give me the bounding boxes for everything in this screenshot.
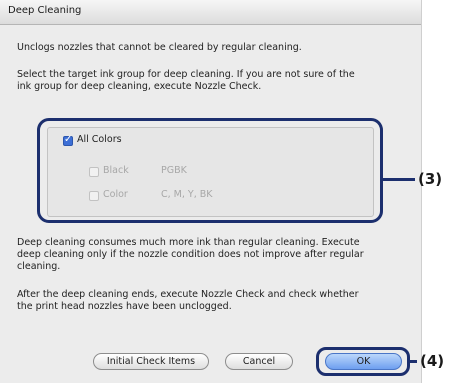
cancel-button[interactable]: Cancel bbox=[225, 353, 293, 370]
ok-button-callout-label: (4) bbox=[420, 352, 445, 370]
instruction-text-line-2: ink group for deep cleaning, execute Noz… bbox=[17, 81, 262, 92]
ok-button-callout-leader bbox=[410, 360, 417, 363]
ink-group-callout-leader bbox=[382, 178, 415, 181]
warning-text-line-1: Deep cleaning consumes much more ink tha… bbox=[17, 237, 360, 248]
dialog-title: Deep Cleaning bbox=[8, 5, 82, 16]
ink-group-callout-frame bbox=[37, 118, 383, 223]
instruction-text-line-1: Select the target ink group for deep cle… bbox=[17, 69, 355, 80]
initial-check-items-button[interactable]: Initial Check Items bbox=[93, 353, 209, 370]
ink-group-callout-label: (3) bbox=[418, 170, 443, 188]
warning-text-line-2: deep cleaning only if the nozzle conditi… bbox=[17, 249, 364, 260]
dialog-titlebar[interactable]: Deep Cleaning bbox=[0, 0, 421, 25]
after-text-line-1: After the deep cleaning ends, execute No… bbox=[17, 289, 359, 300]
intro-text: Unclogs nozzles that cannot be cleared b… bbox=[17, 42, 302, 53]
warning-text-line-3: cleaning. bbox=[17, 261, 61, 272]
ok-button-callout-frame bbox=[316, 347, 410, 376]
after-text-line-2: the print head nozzles have been unclogg… bbox=[17, 301, 232, 312]
